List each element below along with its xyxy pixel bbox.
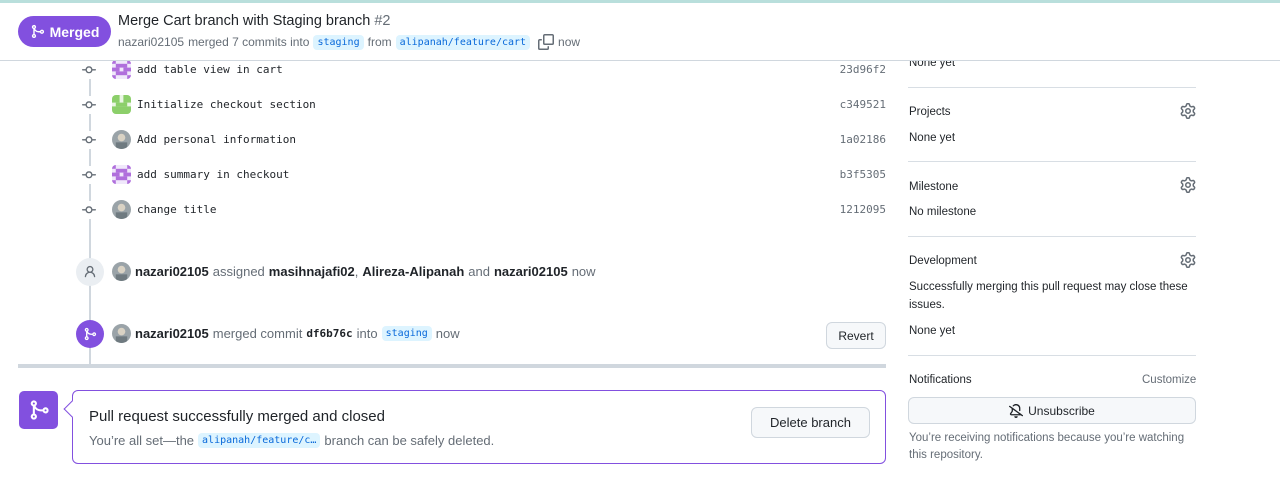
git-merge-icon xyxy=(76,320,104,348)
assign-time: now xyxy=(571,264,596,279)
pr-meta: nazari02105 merged 7 commits into stagin… xyxy=(118,34,580,50)
merge-commit-link[interactable]: df6b76c xyxy=(306,327,352,340)
sidebar-divider xyxy=(908,161,1196,162)
commit-row: Add personal information 1a02186 xyxy=(80,128,890,152)
pr-title-text: Merge Cart branch with Staging branch xyxy=(118,13,371,29)
pr-sticky-header: Merged Merge Cart branch with Staging br… xyxy=(0,3,1280,61)
head-branch-chip[interactable]: alipanah/feature/c… xyxy=(198,433,321,448)
milestone-heading[interactable]: Milestone xyxy=(909,181,958,193)
merge-status-suffix: branch can be safely deleted. xyxy=(324,433,495,448)
pr-time: now xyxy=(558,35,581,49)
merge-status-box: Pull request successfully merged and clo… xyxy=(72,390,886,464)
delete-branch-button[interactable]: Delete branch xyxy=(751,407,870,438)
pr-number: #2 xyxy=(374,13,391,29)
sidebar-divider xyxy=(908,87,1196,88)
merge-verb: merged commit xyxy=(212,326,303,341)
git-merge-icon xyxy=(19,391,58,429)
pr-title: Merge Cart branch with Staging branch #2 xyxy=(118,13,390,29)
avatar[interactable] xyxy=(112,200,131,219)
assign-and-text: and xyxy=(468,264,490,279)
commit-row: add table view in cart 23d96f2 xyxy=(80,58,890,82)
assignee-link[interactable]: Alireza-Alipanah xyxy=(362,264,464,279)
development-value: None yet xyxy=(909,325,956,337)
base-branch-chip[interactable]: staging xyxy=(381,326,432,341)
pr-author-link[interactable]: nazari02105 xyxy=(118,35,184,49)
actor-link[interactable]: nazari02105 xyxy=(135,264,209,279)
projects-heading[interactable]: Projects xyxy=(909,106,951,118)
assignee-link[interactable]: masihnajafi02 xyxy=(269,264,355,279)
unsubscribe-label: Unsubscribe xyxy=(1028,403,1095,418)
notifications-heading: Notifications xyxy=(909,374,972,386)
merged-status-badge: Merged xyxy=(18,16,111,47)
milestone-value: No milestone xyxy=(909,206,977,218)
gear-icon[interactable] xyxy=(1179,251,1197,269)
customize-link[interactable]: Customize xyxy=(1142,374,1196,386)
merge-status-subtext: You’re all set—the alipanah/feature/c… b… xyxy=(89,433,494,448)
notifications-note: You’re receiving notifications because y… xyxy=(909,432,1185,461)
development-heading[interactable]: Development xyxy=(909,255,977,267)
commit-row: change title 1212095 xyxy=(80,198,890,222)
assign-verb: assigned xyxy=(212,264,265,279)
git-commit-icon xyxy=(80,131,98,149)
merge-event: nazari02105 merged commit df6b76c into s… xyxy=(112,324,460,343)
commit-row: add summary in checkout b3f5305 xyxy=(80,163,890,187)
assignee-link[interactable]: nazari02105 xyxy=(494,264,568,279)
gear-icon[interactable] xyxy=(1179,102,1197,120)
commit-message-link[interactable]: add table view in cart xyxy=(137,63,283,76)
merge-time: now xyxy=(435,326,460,341)
avatar[interactable] xyxy=(112,324,131,343)
commit-message-link[interactable]: Initialize checkout section xyxy=(137,98,316,111)
projects-value: None yet xyxy=(909,132,956,144)
git-commit-icon xyxy=(80,96,98,114)
assignee-separator: , xyxy=(354,264,359,279)
commit-sha-link[interactable]: 1212095 xyxy=(840,203,886,216)
actor-link[interactable]: nazari02105 xyxy=(135,326,209,341)
git-commit-icon xyxy=(80,61,98,79)
sidebar-divider xyxy=(908,236,1196,237)
git-commit-icon xyxy=(80,166,98,184)
revert-button[interactable]: Revert xyxy=(826,322,886,349)
base-branch-chip[interactable]: staging xyxy=(313,34,364,50)
avatar[interactable] xyxy=(112,262,131,281)
development-description: Successfully merging this pull request m… xyxy=(909,281,1188,311)
gear-icon[interactable] xyxy=(1179,176,1197,194)
commit-sha-link[interactable]: b3f5305 xyxy=(840,168,886,181)
merge-status-prefix: You’re all set—the xyxy=(89,433,195,448)
avatar[interactable] xyxy=(112,165,131,184)
person-icon xyxy=(76,258,104,286)
assign-event: nazari02105 assigned masihnajafi02, Alir… xyxy=(112,262,596,281)
merged-status-label: Merged xyxy=(49,23,100,40)
git-merge-icon xyxy=(31,24,44,39)
avatar[interactable] xyxy=(112,130,131,149)
commit-message-link[interactable]: Add personal information xyxy=(137,133,296,146)
sidebar-divider xyxy=(908,355,1196,356)
commit-sha-link[interactable]: c349521 xyxy=(840,98,886,111)
pr-merged-text: merged 7 commits into xyxy=(188,35,310,49)
bell-slash-icon xyxy=(1009,403,1024,418)
commit-row: Initialize checkout section c349521 xyxy=(80,93,890,117)
commit-sha-link[interactable]: 1a02186 xyxy=(840,133,886,146)
pr-from-text: from xyxy=(367,35,392,49)
avatar[interactable] xyxy=(112,60,131,79)
timeline-end-separator xyxy=(18,364,886,368)
commit-sha-link[interactable]: 23d96f2 xyxy=(840,63,886,76)
merge-status-title: Pull request successfully merged and clo… xyxy=(89,408,385,425)
commit-message-link[interactable]: change title xyxy=(137,203,216,216)
avatar[interactable] xyxy=(112,95,131,114)
copy-icon[interactable] xyxy=(538,34,555,50)
git-commit-icon xyxy=(80,201,98,219)
merge-into-text: into xyxy=(356,326,378,341)
head-branch-chip[interactable]: alipanah/feature/cart xyxy=(395,34,531,50)
commit-message-link[interactable]: add summary in checkout xyxy=(137,168,289,181)
unsubscribe-button[interactable]: Unsubscribe xyxy=(908,397,1196,424)
